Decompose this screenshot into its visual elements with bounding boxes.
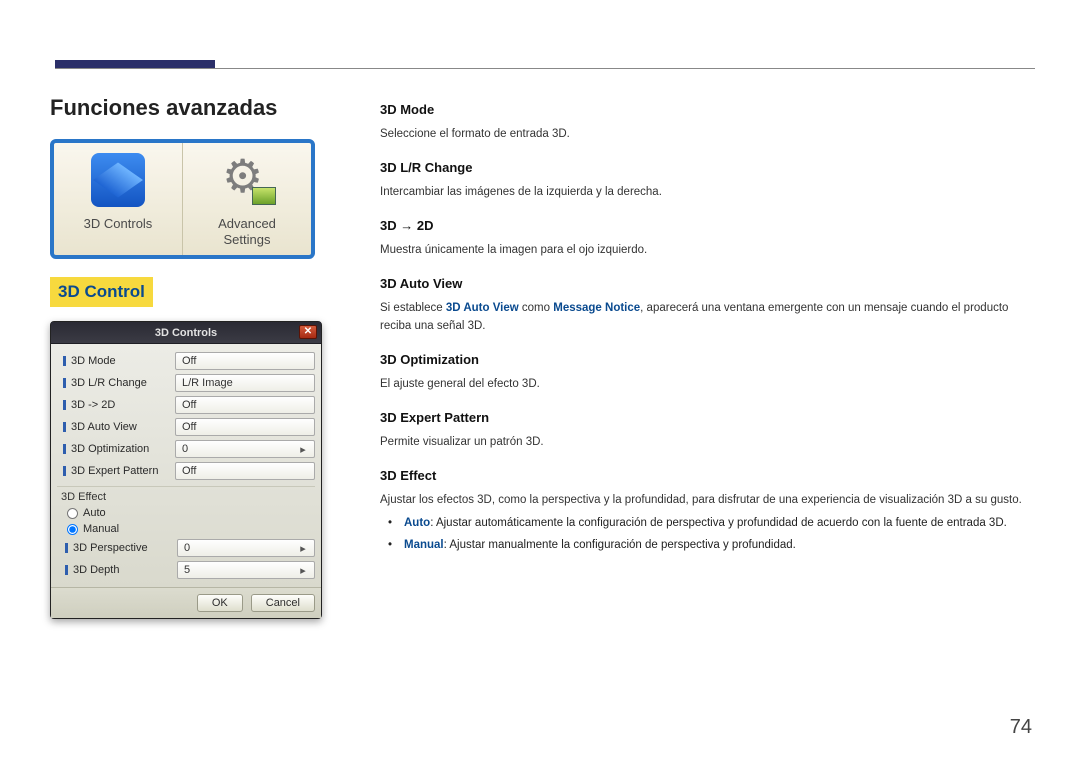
link-message-notice: Message Notice: [553, 302, 640, 314]
section-title-3d-control: 3D Control: [50, 277, 153, 307]
spinner-3d-depth[interactable]: 5▸: [177, 561, 315, 579]
heading-3d-auto-view: 3D Auto View: [380, 274, 1030, 294]
marker-icon: [63, 466, 66, 476]
list-item: Manual: Ajustar manualmente la configura…: [394, 537, 1030, 555]
group-label-3d-effect: 3D Effect: [57, 486, 315, 505]
label-3d-mode: 3D Mode: [71, 355, 116, 367]
marker-icon: [63, 400, 66, 410]
chevron-right-icon[interactable]: ▸: [298, 542, 308, 555]
row-3d-optimization: 3D Optimization 0▸: [57, 438, 315, 460]
page: Funciones avanzadas 3D Controls Advanced…: [0, 0, 1080, 659]
chevron-right-icon[interactable]: ▸: [298, 443, 308, 456]
close-icon[interactable]: ✕: [299, 325, 317, 339]
text-3d-expert-pattern: Permite visualizar un patrón 3D.: [380, 434, 1030, 452]
dialog-button-bar: OK Cancel: [51, 587, 321, 618]
select-3d-lr-change[interactable]: L/R Image: [175, 374, 315, 392]
left-column: Funciones avanzadas 3D Controls Advanced…: [50, 60, 340, 619]
row-3d-to-2d: 3D -> 2D Off: [57, 394, 315, 416]
tile-advanced-settings[interactable]: Advanced Settings: [182, 143, 311, 255]
ok-button[interactable]: OK: [197, 594, 243, 612]
chapter-title: Funciones avanzadas: [50, 95, 340, 121]
label-3d-expert-pattern: 3D Expert Pattern: [71, 465, 158, 477]
page-number: 74: [1010, 716, 1032, 739]
radio-auto[interactable]: Auto: [57, 505, 315, 521]
tile-3d-controls-label: 3D Controls: [58, 216, 178, 232]
text-3d-lr-change: Intercambiar las imágenes de la izquierd…: [380, 184, 1030, 202]
radio-auto-input[interactable]: [67, 508, 78, 519]
radio-manual[interactable]: Manual: [57, 521, 315, 537]
chevron-right-icon[interactable]: ▸: [298, 564, 308, 577]
tile-advanced-label-line1: Advanced: [218, 216, 276, 231]
marker-icon: [63, 444, 66, 454]
tile-advanced-label-line2: Settings: [224, 232, 271, 247]
spinner-3d-optimization[interactable]: 0▸: [175, 440, 315, 458]
spinner-3d-perspective[interactable]: 0▸: [177, 539, 315, 557]
text-3d-optimization: El ajuste general del efecto 3D.: [380, 376, 1030, 394]
manual-subgroup: 3D Perspective 0▸ 3D Depth 5▸: [57, 537, 315, 581]
link-3d-auto-view: 3D Auto View: [446, 302, 519, 314]
row-3d-perspective: 3D Perspective 0▸: [59, 537, 315, 559]
heading-3d-effect: 3D Effect: [380, 466, 1030, 486]
cancel-button[interactable]: Cancel: [251, 594, 315, 612]
marker-icon: [63, 422, 66, 432]
dialog-titlebar: 3D Controls ✕: [51, 322, 321, 344]
select-3d-expert-pattern[interactable]: Off: [175, 462, 315, 480]
label-3d-auto-view: 3D Auto View: [71, 421, 137, 433]
text-3d-auto-view: Si establece 3D Auto View como Message N…: [380, 300, 1030, 336]
dialog-body: 3D Mode Off 3D L/R Change L/R Image 3D -…: [51, 344, 321, 587]
header-accent-bar: [55, 60, 215, 68]
radio-manual-input[interactable]: [67, 524, 78, 535]
dialog-title: 3D Controls: [155, 327, 217, 339]
radio-manual-label: Manual: [83, 523, 119, 535]
tile-3d-controls[interactable]: 3D Controls: [54, 143, 182, 255]
marker-icon: [63, 378, 66, 388]
heading-3d-lr-change: 3D L/R Change: [380, 158, 1030, 178]
select-3d-mode[interactable]: Off: [175, 352, 315, 370]
row-3d-depth: 3D Depth 5▸: [59, 559, 315, 581]
radio-auto-label: Auto: [83, 507, 106, 519]
label-3d-lr-change: 3D L/R Change: [71, 377, 147, 389]
marker-icon: [65, 543, 68, 553]
dialog-3d-controls: 3D Controls ✕ 3D Mode Off 3D L/R Change …: [50, 321, 322, 619]
text-3d-to-2d: Muestra únicamente la imagen para el ojo…: [380, 242, 1030, 260]
row-3d-lr-change: 3D L/R Change L/R Image: [57, 372, 315, 394]
right-column: 3D Mode Seleccione el formato de entrada…: [380, 60, 1030, 619]
label-3d-depth: 3D Depth: [73, 564, 119, 576]
select-3d-auto-view[interactable]: Off: [175, 418, 315, 436]
text-3d-mode: Seleccione el formato de entrada 3D.: [380, 126, 1030, 144]
row-3d-expert-pattern: 3D Expert Pattern Off: [57, 460, 315, 482]
header-rule: [55, 68, 1035, 69]
feature-icons-tile: 3D Controls Advanced Settings: [50, 139, 315, 259]
gear-icon: [220, 153, 274, 207]
heading-3d-to-2d: 3D → 2D: [380, 216, 1030, 236]
label-3d-to-2d: 3D -> 2D: [71, 399, 115, 411]
heading-3d-mode: 3D Mode: [380, 100, 1030, 120]
cube-icon: [91, 153, 145, 207]
marker-icon: [65, 565, 68, 575]
select-3d-to-2d[interactable]: Off: [175, 396, 315, 414]
heading-3d-optimization: 3D Optimization: [380, 350, 1030, 370]
row-3d-mode: 3D Mode Off: [57, 350, 315, 372]
label-3d-perspective: 3D Perspective: [73, 542, 148, 554]
row-3d-auto-view: 3D Auto View Off: [57, 416, 315, 438]
marker-icon: [63, 356, 66, 366]
heading-3d-expert-pattern: 3D Expert Pattern: [380, 408, 1030, 428]
label-3d-optimization: 3D Optimization: [71, 443, 149, 455]
list-item: Auto: Ajustar automáticamente la configu…: [394, 515, 1030, 533]
text-3d-effect: Ajustar los efectos 3D, como la perspect…: [380, 492, 1030, 510]
list-3d-effect: Auto: Ajustar automáticamente la configu…: [380, 515, 1030, 555]
tile-advanced-label: Advanced Settings: [187, 216, 307, 247]
